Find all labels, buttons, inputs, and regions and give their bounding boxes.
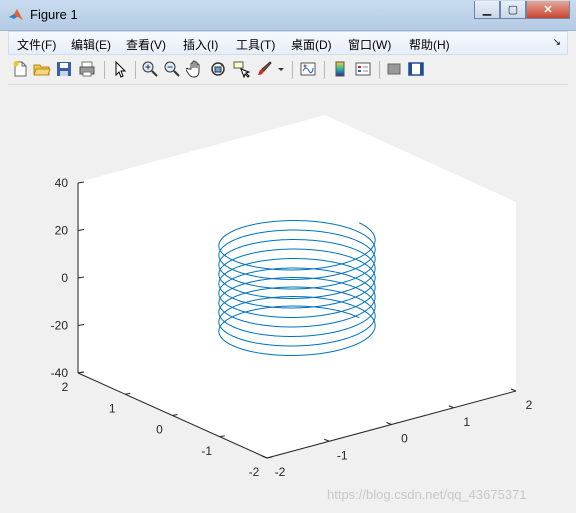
watermark: https://blog.csdn.net/qq_43675371 bbox=[327, 487, 527, 502]
x-tick-label: -2 bbox=[275, 465, 286, 479]
menu-help[interactable]: 帮助(H) bbox=[409, 36, 450, 53]
x-tick-label: 2 bbox=[526, 398, 533, 412]
pan-icon[interactable] bbox=[186, 60, 204, 78]
toolbar-separator bbox=[379, 61, 380, 79]
matlab-logo-icon bbox=[9, 9, 23, 20]
close-button[interactable]: ✕ bbox=[526, 1, 570, 19]
pointer-icon[interactable] bbox=[111, 60, 129, 78]
x-tick-label: 1 bbox=[463, 415, 470, 429]
menu-file[interactable]: 文件(F) bbox=[17, 36, 56, 53]
toolbar-separator bbox=[324, 61, 325, 79]
z-tick-label: 20 bbox=[55, 224, 69, 238]
z-tick-label: 40 bbox=[55, 176, 69, 190]
minimize-button[interactable]: ▁ bbox=[474, 1, 500, 19]
toolbar-separator bbox=[104, 61, 105, 79]
y-tick bbox=[266, 456, 273, 459]
maximize-button[interactable]: ▢ bbox=[500, 1, 526, 19]
toolbar-separator bbox=[135, 61, 136, 79]
plot-area[interactable]: -2 -1 0 1 2 -2 -1 0 1 2 -40 -20 0 20 40 https://blog.c… bbox=[8, 85, 568, 505]
zoom-in-icon[interactable] bbox=[141, 60, 159, 78]
figure-window: Figure 1 ▁ ▢ ✕ 文件(F) 编辑(E) 查看(V) 插入(I) 工… bbox=[0, 0, 576, 513]
hide-plot-tools-icon[interactable] bbox=[385, 60, 403, 78]
toolbar-separator bbox=[292, 61, 293, 79]
z-tick-label: 0 bbox=[61, 271, 68, 285]
menu-overflow-icon[interactable]: ↘ bbox=[553, 37, 561, 48]
maximize-icon: ▢ bbox=[507, 4, 519, 16]
z-tick-label: -20 bbox=[51, 319, 69, 333]
link-plot-icon[interactable] bbox=[299, 60, 317, 78]
show-plot-tools-icon[interactable] bbox=[407, 60, 425, 78]
window-title: Figure 1 bbox=[30, 7, 78, 22]
colorbar-icon[interactable] bbox=[331, 60, 349, 78]
brush-dropdown-icon[interactable] bbox=[276, 60, 286, 78]
menu-view[interactable]: 查看(V) bbox=[126, 36, 166, 53]
y-tick-label: 0 bbox=[156, 423, 163, 437]
new-figure-icon[interactable] bbox=[11, 60, 29, 78]
caption-buttons: ▁ ▢ ✕ bbox=[474, 1, 570, 21]
menu-desktop[interactable]: 桌面(D) bbox=[291, 36, 332, 53]
close-icon: ✕ bbox=[543, 4, 553, 16]
brush-icon[interactable] bbox=[255, 60, 273, 78]
y-tick-label: 2 bbox=[62, 380, 69, 394]
y-tick-label: -2 bbox=[249, 465, 260, 479]
zoom-out-icon[interactable] bbox=[163, 60, 181, 78]
y-tick-label: -1 bbox=[201, 444, 212, 458]
legend-icon[interactable] bbox=[354, 60, 372, 78]
menu-window[interactable]: 窗口(W) bbox=[348, 36, 391, 53]
menu-bar: 文件(F) 编辑(E) 查看(V) 插入(I) 工具(T) 桌面(D) 窗口(W… bbox=[8, 31, 568, 55]
z-tick-label: -40 bbox=[51, 366, 69, 380]
axes-background bbox=[79, 115, 516, 457]
print-icon[interactable] bbox=[78, 60, 96, 78]
minimize-icon: ▁ bbox=[482, 4, 492, 16]
rotate-3d-icon[interactable] bbox=[209, 60, 227, 78]
y-tick-label: 1 bbox=[109, 401, 116, 415]
data-cursor-icon[interactable] bbox=[232, 60, 250, 78]
axes-3d[interactable]: -2-1012-2-1012-40-2002040 https://blog.c… bbox=[8, 85, 568, 505]
open-file-icon[interactable] bbox=[33, 60, 51, 78]
x-tick-label: 0 bbox=[401, 432, 408, 446]
menu-insert[interactable]: 插入(I) bbox=[183, 36, 218, 53]
title-bar[interactable]: Figure 1 ▁ ▢ ✕ bbox=[0, 0, 576, 31]
save-icon[interactable] bbox=[55, 60, 73, 78]
menu-edit[interactable]: 编辑(E) bbox=[71, 36, 111, 53]
menu-tools[interactable]: 工具(T) bbox=[236, 36, 275, 53]
figure-toolbar bbox=[8, 56, 568, 85]
x-tick-label: -1 bbox=[337, 448, 348, 462]
